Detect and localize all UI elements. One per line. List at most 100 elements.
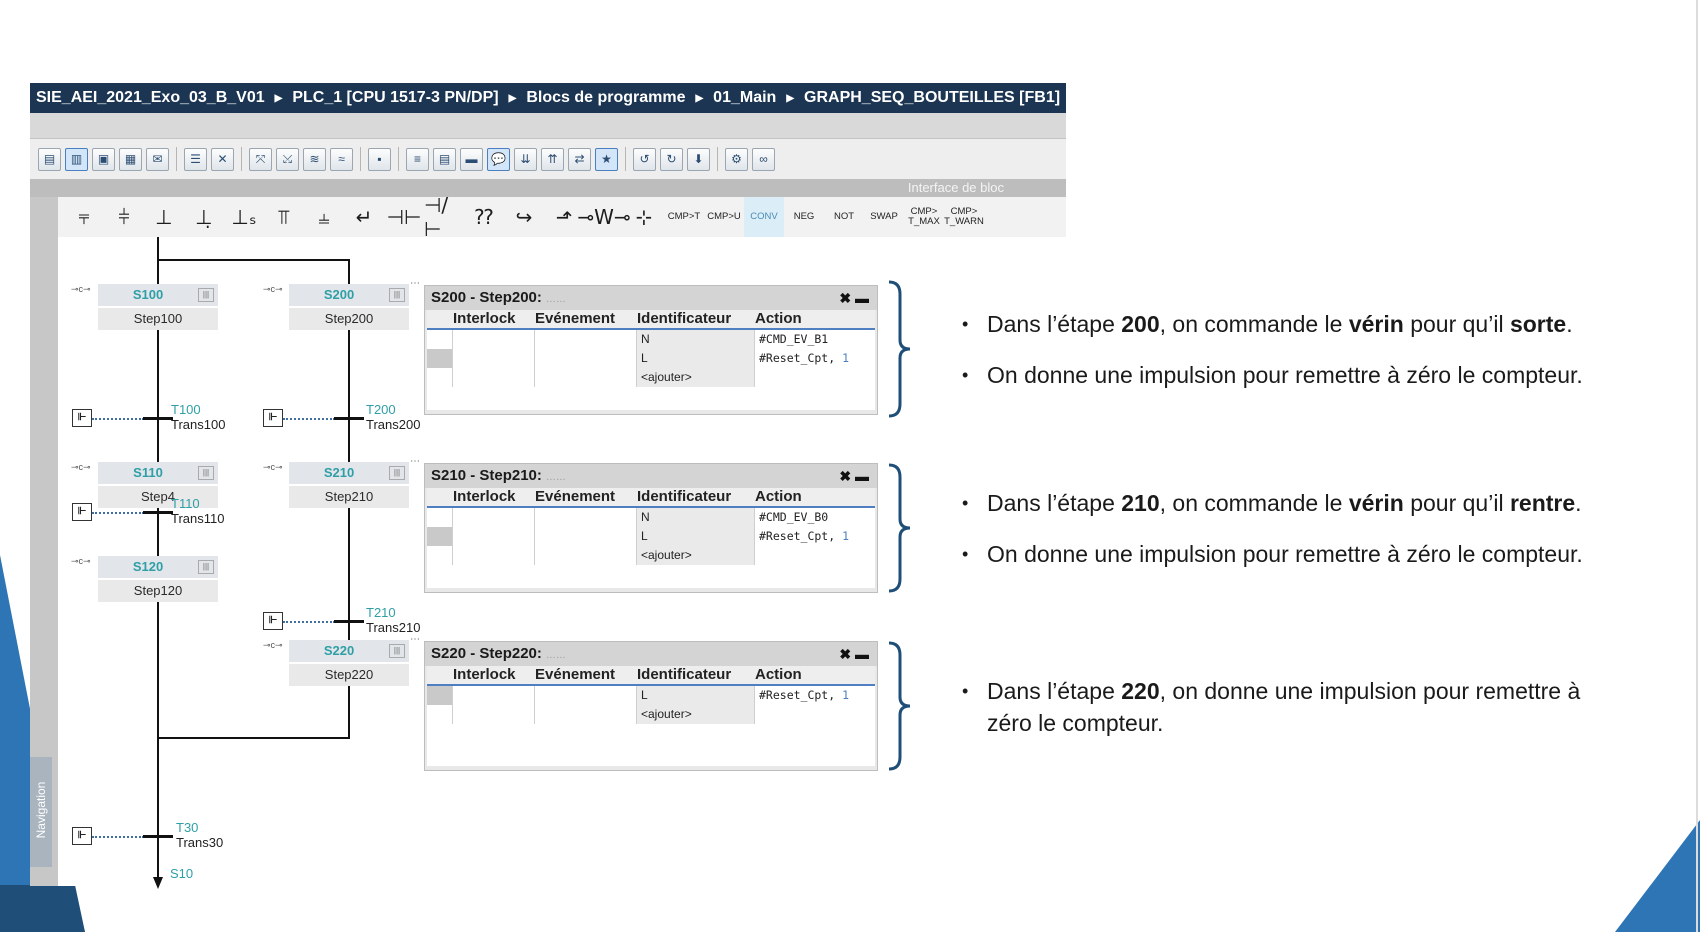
navigation-tab[interactable]: Navigation	[30, 757, 52, 867]
compare-icon[interactable]: ⊹	[624, 197, 664, 237]
qualifier-cell[interactable]: N	[637, 330, 755, 349]
single-step-icon[interactable]: ▣	[92, 147, 115, 171]
return-icon[interactable]: ↵	[344, 197, 384, 237]
action-cell[interactable]: #Reset_Cpt, 1	[755, 527, 875, 546]
action-panel-s220[interactable]: S220 - Step220: …… ✖ ▬ Interlock Evénement…	[424, 641, 878, 771]
action-cell[interactable]: #Reset_Cpt, 1	[755, 686, 875, 705]
fit-all-icon[interactable]: ≈	[330, 147, 353, 171]
add-action-cell[interactable]: <ajouter>	[637, 546, 755, 565]
transition-condition-icon[interactable]: ⊩	[263, 409, 283, 427]
no-contact-icon[interactable]: ⊣⊢	[384, 197, 424, 237]
action-cell[interactable]: #CMD_EV_B1	[755, 330, 875, 349]
conv-button[interactable]: CONV	[744, 197, 784, 237]
qualifier-cell[interactable]: N	[637, 508, 755, 527]
step-s100[interactable]: S100 ||| Step100	[98, 284, 218, 330]
not-button[interactable]: NOT	[824, 197, 864, 237]
table-row[interactable]: L #Reset_Cpt, 1	[427, 686, 875, 705]
table-row[interactable]: <ajouter>	[427, 705, 875, 724]
bar-icon[interactable]: ▬	[460, 147, 483, 171]
qualifier-cell[interactable]: L	[637, 527, 755, 546]
monitor-icon[interactable]: ▪	[368, 147, 391, 171]
action-cell[interactable]: #Reset_Cpt, 1	[755, 349, 875, 368]
action-panel-s200[interactable]: S200 - Step200: …… ✖ ▬ Interlock Evénement…	[424, 285, 878, 415]
table-row[interactable]: L #Reset_Cpt, 1	[427, 527, 875, 546]
insert-step-icon[interactable]: ☰	[184, 147, 207, 171]
breadcrumb-plc[interactable]: PLC_1 [CPU 1517-3 PN/DP]	[292, 89, 498, 107]
collapse-icon[interactable]: ⇈	[541, 147, 564, 171]
transition-condition-icon[interactable]: ⊩	[263, 612, 283, 630]
download-icon[interactable]: ⬇	[687, 147, 710, 171]
panel-comment-placeholder[interactable]: ……	[546, 294, 566, 305]
nc-contact-icon[interactable]: ⊣/⊢	[424, 193, 464, 241]
step-s120[interactable]: S120 ||| Step120	[98, 556, 218, 602]
fit-icon[interactable]: ≋	[303, 147, 326, 171]
table-row[interactable]: L #Reset_Cpt, 1	[427, 349, 875, 368]
qualifier-cell[interactable]: L	[637, 349, 755, 368]
empty-box-icon[interactable]: ⁇	[464, 197, 504, 237]
expand-icon[interactable]: ⇊	[514, 147, 537, 171]
transition-condition-icon[interactable]: ⊩	[72, 409, 92, 427]
infinity-icon[interactable]: ∞	[752, 147, 775, 171]
cmp-t-button[interactable]: CMP>T	[664, 197, 704, 237]
favorite-icon[interactable]: ★	[595, 147, 618, 171]
sequence-view-icon[interactable]: ▥	[65, 147, 88, 171]
list-icon[interactable]: ≡	[406, 147, 429, 171]
settings-icon[interactable]: ⚙	[725, 147, 748, 171]
jump-icon[interactable]: ⇄	[568, 147, 591, 171]
alt-branch-icon[interactable]: ⫪	[264, 197, 304, 237]
branch-end-icon[interactable]: ⊥ₛ	[224, 197, 264, 237]
qualifier-cell[interactable]: L	[637, 686, 755, 705]
step-transition-icon[interactable]: ⫧	[64, 197, 104, 237]
breadcrumb-block[interactable]: GRAPH_SEQ_BOUTEILLES [FB1]	[804, 89, 1060, 107]
add-action-cell[interactable]: <ajouter>	[637, 368, 755, 387]
block-interface-label[interactable]: Interface de bloc	[908, 179, 1004, 197]
swap-button[interactable]: SWAP	[864, 197, 904, 237]
table-row[interactable]: <ajouter>	[427, 368, 875, 387]
cmp-tmax-button[interactable]: CMP> T_MAX	[904, 197, 944, 237]
expand-icon[interactable]: ✖	[839, 290, 851, 306]
table-row[interactable]: N #CMD_EV_B0	[427, 508, 875, 527]
permanent-ops-icon[interactable]: ▦	[119, 147, 142, 171]
expand-icon[interactable]: ✖	[839, 468, 851, 484]
zoom-out-icon[interactable]: ⤩	[276, 147, 299, 171]
comment-icon[interactable]: 💬	[487, 147, 510, 171]
cmp-u-button[interactable]: CMP>U	[704, 197, 744, 237]
more-icon[interactable]: ⋯	[410, 456, 421, 467]
more-icon[interactable]: ⋯	[410, 278, 421, 289]
step-s210[interactable]: S210 ||| Step210	[289, 462, 409, 508]
step-s200[interactable]: S200 ||| Step200	[289, 284, 409, 330]
call-icon[interactable]: ↺	[633, 147, 656, 171]
zoom-icon[interactable]: ⤧	[249, 147, 272, 171]
table-row[interactable]: <ajouter>	[427, 546, 875, 565]
neg-button[interactable]: NEG	[784, 197, 824, 237]
cmp-twarn-button[interactable]: CMP> T_WARN	[944, 197, 984, 237]
jump-icon[interactable]: ⊥̣	[184, 197, 224, 237]
breadcrumb-project[interactable]: SIE_AEI_2021_Exo_03_B_V01	[36, 89, 265, 107]
more-icon[interactable]: ⋯	[410, 634, 421, 645]
view-icon[interactable]: ▤	[38, 147, 61, 171]
sim-branch-icon[interactable]: ⫨	[304, 197, 344, 237]
coil-icon[interactable]: ⊸W⊸	[577, 197, 630, 237]
panel-comment-placeholder[interactable]: ……	[546, 472, 566, 483]
add-action-cell[interactable]: <ajouter>	[637, 705, 755, 724]
breadcrumb-main[interactable]: 01_Main	[713, 89, 776, 107]
expand-icon[interactable]: ✖	[839, 646, 851, 662]
transition-condition-icon[interactable]: ⊩	[72, 503, 92, 521]
step-s110[interactable]: S110 ||| Step4	[98, 462, 218, 508]
minimize-icon[interactable]: ▬	[855, 290, 869, 306]
breadcrumb-blocks[interactable]: Blocs de programme	[526, 89, 685, 107]
transition-icon[interactable]: ⊥	[144, 197, 184, 237]
table-icon[interactable]: ▤	[433, 147, 456, 171]
table-row[interactable]: N #CMD_EV_B1	[427, 330, 875, 349]
transition-condition-icon[interactable]: ⊩	[72, 827, 92, 845]
minimize-icon[interactable]: ▬	[855, 468, 869, 484]
goto-icon[interactable]: ↻	[660, 147, 683, 171]
step-s220[interactable]: S220 ||| Step220	[289, 640, 409, 686]
open-branch-icon[interactable]: ↪	[504, 197, 544, 237]
minimize-icon[interactable]: ▬	[855, 646, 869, 662]
alarm-view-icon[interactable]: ✉	[146, 147, 169, 171]
jump-target-step[interactable]: S10	[170, 866, 193, 881]
panel-comment-placeholder[interactable]: ……	[546, 650, 566, 661]
step-icon[interactable]: ⫩	[104, 197, 144, 237]
action-cell[interactable]: #CMD_EV_B0	[755, 508, 875, 527]
